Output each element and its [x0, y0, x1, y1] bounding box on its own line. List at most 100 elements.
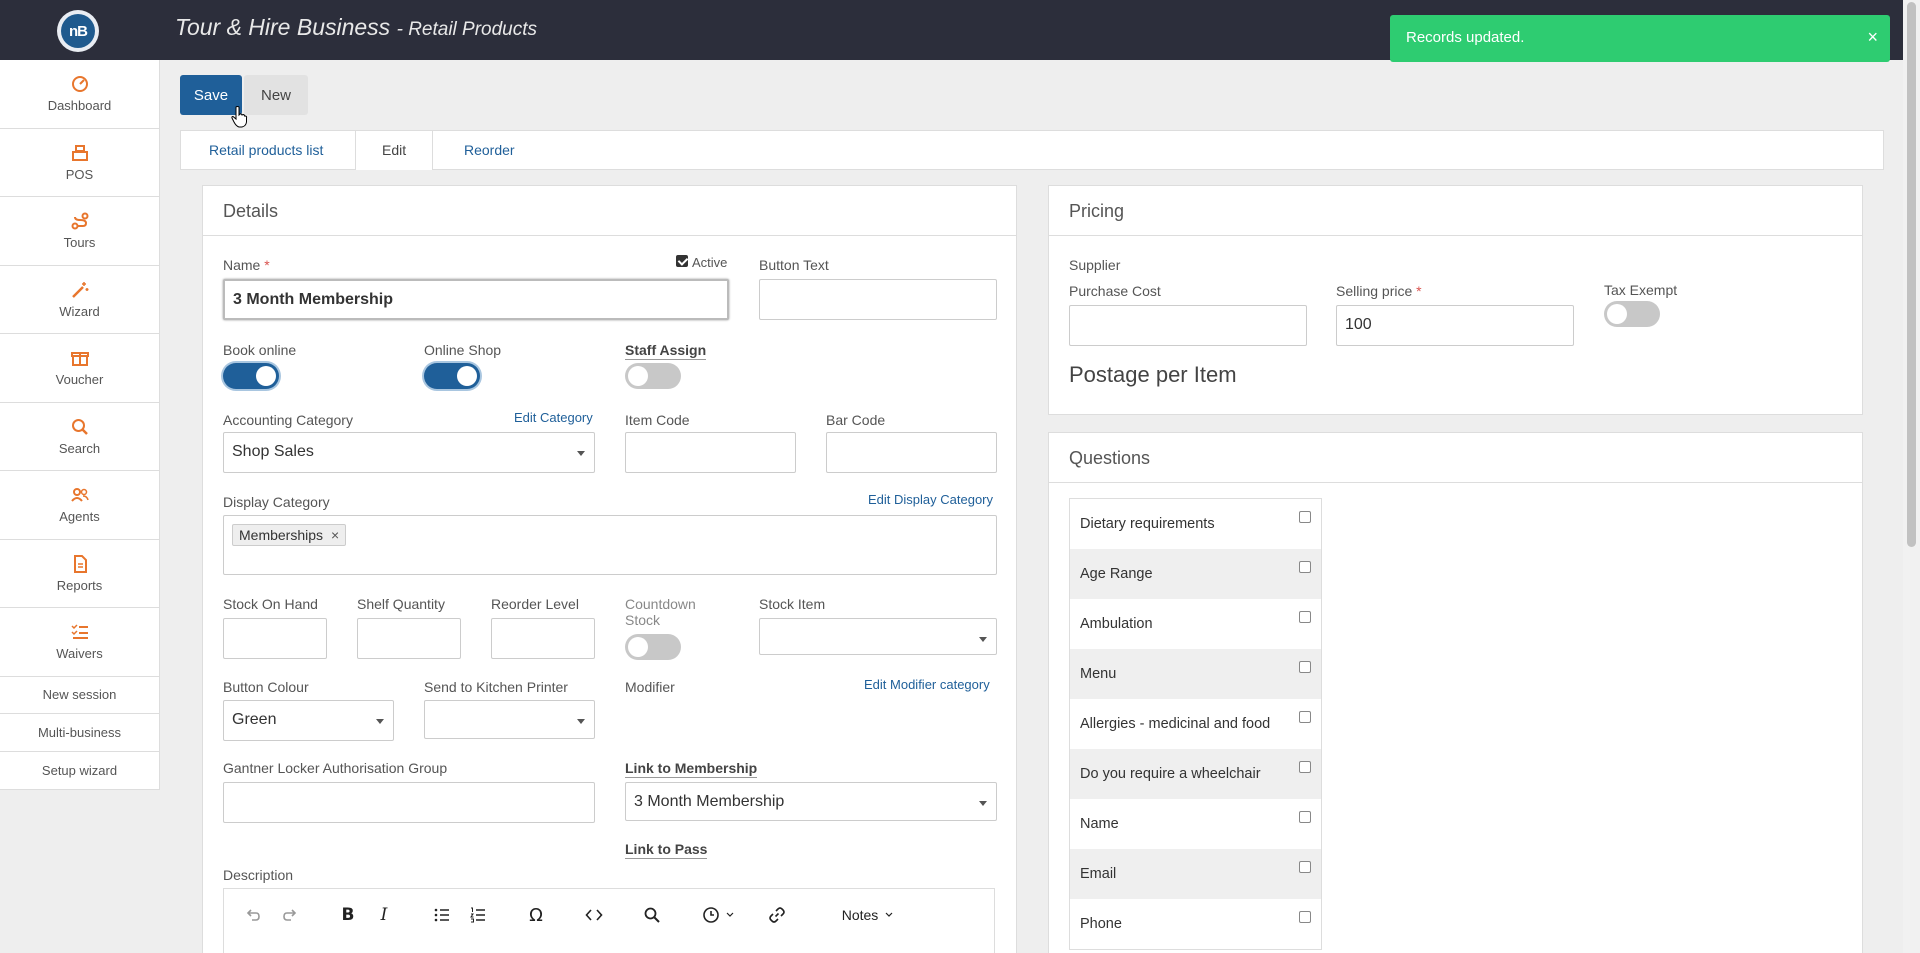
bold-icon[interactable]: B: [336, 903, 360, 927]
purchase-cost-input[interactable]: [1069, 305, 1307, 346]
gantner-input[interactable]: [223, 782, 595, 823]
mouse-pointer-icon: [231, 106, 248, 128]
sidebar-item-search[interactable]: Search: [0, 403, 159, 471]
question-checkbox[interactable]: [1299, 661, 1311, 673]
edit-modifier-category-link[interactable]: Edit Modifier category: [864, 677, 990, 692]
list-item: Menu: [1070, 649, 1321, 699]
item-code-input[interactable]: [625, 432, 796, 473]
page-subtitle: Retail Products: [408, 19, 538, 40]
code-icon[interactable]: [582, 903, 606, 927]
undo-icon[interactable]: [241, 903, 265, 927]
sidebar-item-label: Dashboard: [47, 98, 112, 114]
sidebar-item-label: Wizard: [59, 303, 100, 319]
edit-category-link[interactable]: Edit Category: [514, 410, 593, 425]
sidebar-item-label: Voucher: [55, 372, 104, 388]
gantner-label: Gantner Locker Authorisation Group: [223, 760, 448, 776]
selling-price-label-text: Selling price: [1336, 283, 1413, 299]
stock-item-label: Stock Item: [759, 596, 826, 612]
gift-icon: [70, 352, 89, 367]
book-online-toggle[interactable]: [223, 363, 279, 389]
logo-mark: nB: [61, 14, 95, 48]
active-checkbox[interactable]: [676, 255, 688, 267]
list-item: Email: [1070, 849, 1321, 899]
sidebar-link-setup-wizard[interactable]: Setup wizard: [0, 752, 159, 790]
button-colour-select[interactable]: Green: [223, 700, 394, 741]
toast-close-button[interactable]: ×: [1867, 28, 1878, 46]
sidebar-link-multi-business[interactable]: Multi-business: [0, 714, 159, 752]
sidebar-item-label: Tours: [63, 235, 96, 251]
special-character-icon[interactable]: Ω: [524, 903, 548, 927]
tab-edit[interactable]: Edit: [355, 131, 434, 170]
button-text-input[interactable]: [759, 279, 997, 320]
link-icon[interactable]: [765, 903, 789, 927]
question-checkbox[interactable]: [1299, 611, 1311, 623]
question-checkbox[interactable]: [1299, 711, 1311, 723]
bullet-list-icon[interactable]: [430, 903, 454, 927]
sidebar-item-label: Search: [58, 440, 101, 456]
question-label: Ambulation: [1080, 616, 1153, 632]
staff-assign-toggle[interactable]: [625, 363, 681, 389]
sidebar-item-dashboard[interactable]: Dashboard: [0, 60, 159, 129]
sidebar-item-reports[interactable]: Reports: [0, 540, 159, 608]
stock-on-hand-input[interactable]: [223, 618, 327, 659]
tax-exempt-toggle[interactable]: [1604, 301, 1660, 327]
name-input[interactable]: 3 Month Membership: [223, 279, 729, 320]
accounting-category-select[interactable]: Shop Sales: [223, 432, 595, 473]
page-scrollbar[interactable]: [1903, 0, 1920, 953]
reorder-level-input[interactable]: [491, 618, 595, 659]
insert-datetime-icon[interactable]: [698, 903, 738, 927]
question-checkbox[interactable]: [1299, 561, 1311, 573]
question-label: Name: [1080, 816, 1119, 832]
kitchen-printer-select[interactable]: [424, 700, 595, 739]
find-replace-icon[interactable]: [640, 903, 664, 927]
sidebar-link-new-session[interactable]: New session: [0, 677, 159, 714]
tag-remove-button[interactable]: ×: [331, 527, 339, 543]
sidebar-item-agents[interactable]: Agents: [0, 471, 159, 540]
tab-retail-products-list[interactable]: Retail products list: [209, 131, 323, 170]
link-pass-label: Link to Pass: [625, 841, 708, 859]
question-checkbox[interactable]: [1299, 511, 1311, 523]
question-checkbox[interactable]: [1299, 761, 1311, 773]
new-button[interactable]: New: [244, 75, 308, 115]
online-shop-toggle[interactable]: [424, 363, 480, 389]
dashboard-icon: [71, 76, 88, 93]
purchase-cost-label: Purchase Cost: [1069, 283, 1161, 299]
list-item: Do you require a wheelchair: [1070, 749, 1321, 799]
link-membership-select[interactable]: 3 Month Membership: [625, 782, 997, 821]
redo-icon[interactable]: [278, 903, 302, 927]
checklist-icon: [70, 624, 88, 640]
countdown-stock-label: Countdown Stock: [625, 596, 696, 628]
app-logo[interactable]: nB: [57, 10, 99, 52]
sidebar-item-wizard[interactable]: Wizard: [0, 266, 159, 334]
name-label-text: Name: [223, 257, 261, 273]
stock-item-select[interactable]: [759, 618, 997, 655]
bar-code-input[interactable]: [826, 432, 997, 473]
question-checkbox[interactable]: [1299, 811, 1311, 823]
tag-label: Memberships: [239, 527, 324, 543]
question-label: Do you require a wheelchair: [1080, 766, 1261, 782]
tab-reorder[interactable]: Reorder: [464, 131, 515, 170]
question-checkbox[interactable]: [1299, 911, 1311, 923]
scrollbar-thumb[interactable]: [1907, 2, 1916, 547]
description-editor[interactable]: B I Ω Notes: [223, 888, 995, 953]
report-icon: [73, 554, 87, 573]
shelf-quantity-input[interactable]: [357, 618, 461, 659]
edit-display-category-link[interactable]: Edit Display Category: [868, 492, 993, 507]
countdown-stock-toggle[interactable]: [625, 634, 681, 660]
question-label: Age Range: [1080, 566, 1153, 582]
page-subtitle-separator: -: [396, 19, 409, 40]
sidebar-item-waivers[interactable]: Waivers: [0, 608, 159, 677]
sidebar-item-tours[interactable]: Tours: [0, 197, 159, 266]
search-icon: [71, 418, 88, 435]
success-toast: Records updated. ×: [1390, 15, 1890, 62]
selling-price-input[interactable]: 100: [1336, 305, 1574, 346]
display-category-multiselect[interactable]: Memberships ×: [223, 515, 997, 575]
question-checkbox[interactable]: [1299, 861, 1311, 873]
kitchen-printer-label: Send to Kitchen Printer: [424, 679, 568, 695]
italic-icon[interactable]: I: [372, 903, 396, 927]
sidebar-item-voucher[interactable]: Voucher: [0, 334, 159, 403]
numbered-list-icon[interactable]: [466, 903, 490, 927]
sidebar-item-pos[interactable]: POS: [0, 129, 159, 197]
notes-menu[interactable]: Notes: [838, 903, 898, 927]
question-label: Email: [1080, 866, 1117, 882]
